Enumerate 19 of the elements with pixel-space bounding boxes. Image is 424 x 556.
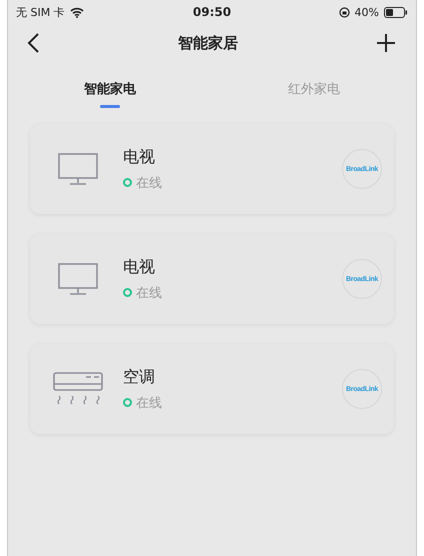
device-name: 电视: [123, 146, 156, 168]
rotation-lock-icon: [338, 6, 350, 18]
air-conditioner-icon: [52, 372, 102, 406]
carrier-text: 无 SIM 卡: [16, 4, 65, 20]
status-time: 09:50: [192, 5, 232, 19]
back-button[interactable]: [26, 32, 40, 54]
device-name: 空调: [123, 366, 156, 388]
monitor-icon: [58, 153, 98, 185]
status-text: 在线: [136, 394, 162, 412]
battery-percent: 40%: [354, 6, 379, 18]
add-button[interactable]: [376, 33, 396, 53]
status-text: 在线: [136, 284, 162, 302]
device-name: 电视: [123, 256, 156, 278]
wifi-icon: [70, 6, 84, 18]
page-title: 智能家居: [178, 34, 238, 52]
battery-icon: [384, 6, 408, 18]
tab[interactable]: 智能家电: [8, 62, 212, 112]
status-text: 在线: [136, 174, 162, 192]
monitor-icon: [58, 263, 98, 295]
